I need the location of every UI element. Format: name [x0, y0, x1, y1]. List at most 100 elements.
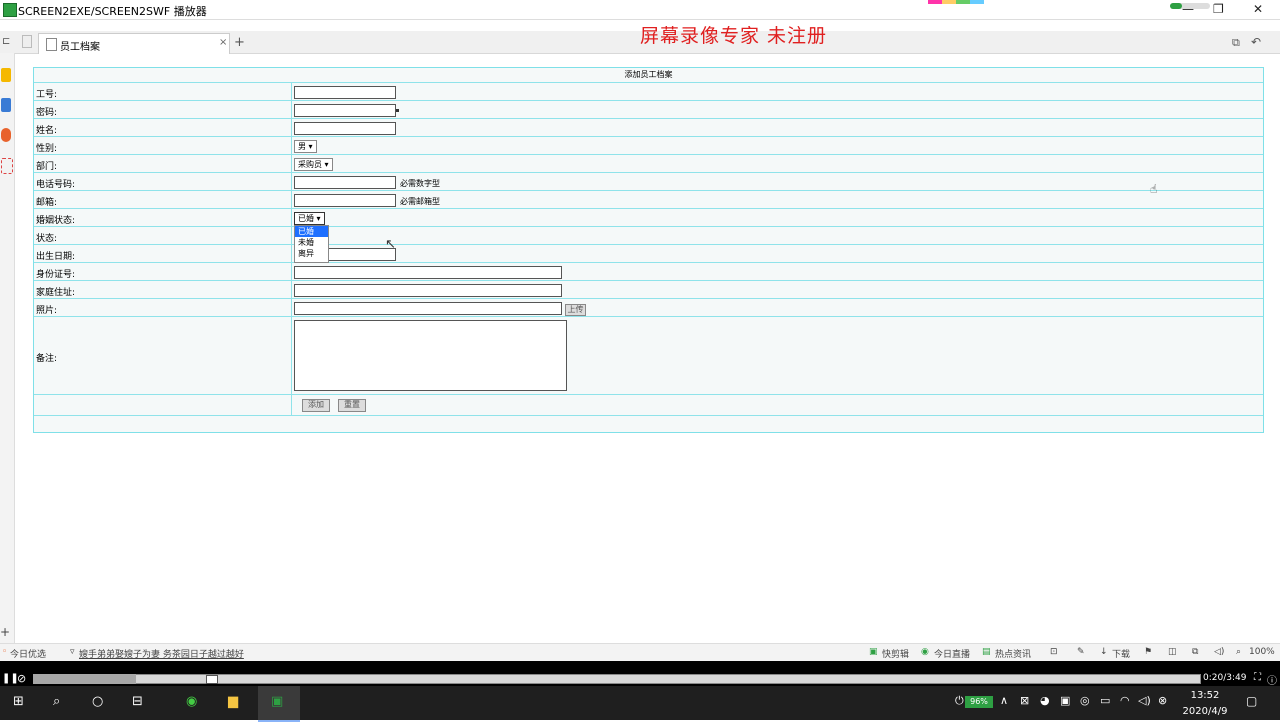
- phone-input[interactable]: [294, 176, 396, 189]
- address-input[interactable]: [294, 284, 562, 297]
- maximize-button[interactable]: ❐: [1213, 2, 1224, 16]
- news-link[interactable]: 嫂手弟弟娶嫂子为妻 务茶园日子越过越好: [79, 647, 244, 660]
- row-status: 状态:: [34, 226, 1263, 245]
- password-input[interactable]: [294, 104, 396, 117]
- screenshot-icon[interactable]: ⊡: [1050, 647, 1058, 657]
- live-link[interactable]: 今日直播: [934, 647, 970, 660]
- gender-select[interactable]: 男 ▾: [294, 140, 317, 153]
- option-unmarried[interactable]: 未婚: [295, 237, 328, 248]
- new-tab-icon[interactable]: +: [234, 35, 245, 50]
- download-icon: ↓: [1100, 647, 1108, 657]
- flag-icon[interactable]: ⚑: [1144, 647, 1152, 657]
- tab-employee-records[interactable]: 员工档案 ×: [38, 33, 230, 54]
- tray-blue-icon[interactable]: ▣: [1060, 694, 1070, 707]
- info-icon[interactable]: ⓘ: [1267, 672, 1277, 687]
- row-idcard: 身份证号:: [34, 262, 1263, 281]
- label-password: 密码:: [36, 108, 58, 118]
- label-email: 邮箱:: [36, 198, 58, 208]
- restore-tabs-icon[interactable]: ⧉: [1232, 36, 1240, 50]
- row-name: 姓名:: [34, 118, 1263, 137]
- sound-icon[interactable]: ◁): [1214, 647, 1224, 657]
- close-button[interactable]: ✕: [1253, 2, 1263, 16]
- chevron-up-icon[interactable]: ∧: [1000, 694, 1008, 707]
- window-title-bar: SCREEN2EXE/SCREEN2SWF 播放器 — ❐ ✕: [0, 0, 1280, 20]
- row-footer: [34, 415, 1263, 432]
- add-sidebar-icon[interactable]: +: [0, 625, 10, 639]
- phone-hint: 必需数字型: [400, 179, 440, 188]
- label-dept: 部门:: [36, 162, 58, 172]
- fullscreen-icon[interactable]: ⛶: [1254, 672, 1261, 683]
- browser-taskbar-icon[interactable]: ◉: [186, 694, 197, 709]
- cortana-icon[interactable]: ○: [92, 694, 103, 709]
- undo-icon[interactable]: ↶: [1251, 35, 1261, 49]
- label-gender: 性别:: [36, 144, 58, 154]
- row-password: 密码:: [34, 100, 1263, 119]
- taskbar-clock[interactable]: 13:52 2020/4/9: [1180, 690, 1230, 717]
- reset-button[interactable]: 重置: [338, 399, 366, 412]
- page-icon[interactable]: [22, 35, 32, 48]
- zoom-icon: ⌕: [1236, 647, 1242, 657]
- tray-app-icon[interactable]: ⊠: [1020, 694, 1029, 707]
- name-input[interactable]: [294, 122, 396, 135]
- minimize-button[interactable]: —: [1182, 2, 1194, 16]
- option-divorced[interactable]: 离异: [295, 248, 328, 259]
- row-dept: 部门: 采购员 ▾: [34, 154, 1263, 173]
- window-icon[interactable]: ◫: [1168, 647, 1177, 657]
- zoom-level[interactable]: 100%: [1249, 647, 1275, 657]
- wifi-icon[interactable]: ◠: [1120, 694, 1130, 707]
- player-taskbar-button[interactable]: ▣: [258, 686, 300, 722]
- hand-cursor-icon: ☝: [1150, 182, 1158, 196]
- stop-icon[interactable]: ⊘: [17, 672, 26, 685]
- notification-icon[interactable]: ▢: [1246, 694, 1257, 708]
- battery-indicator[interactable]: 96%: [965, 696, 993, 708]
- gender-value: 男: [298, 142, 306, 151]
- upload-button[interactable]: 上传: [565, 304, 586, 316]
- tool-icon[interactable]: ✎: [1077, 647, 1085, 657]
- copy-icon[interactable]: ⧉: [1192, 647, 1198, 657]
- qq-icon[interactable]: ◕: [1040, 694, 1050, 707]
- playback-time: 0:20/3:49: [1203, 673, 1247, 683]
- close-tab-icon[interactable]: ×: [219, 37, 227, 48]
- volume-icon[interactable]: ◁): [1138, 694, 1151, 707]
- keyboard-icon[interactable]: ▭: [1100, 694, 1110, 707]
- windows-start-icon[interactable]: ⊞: [13, 694, 24, 709]
- remarks-textarea[interactable]: [294, 320, 567, 391]
- hot-news-link[interactable]: 热点资讯: [995, 647, 1031, 660]
- row-remarks: 备注:: [34, 316, 1263, 395]
- notes-icon[interactable]: [1, 98, 11, 112]
- dept-select[interactable]: 采购员 ▾: [294, 158, 333, 171]
- option-married[interactable]: 已婚: [295, 226, 328, 237]
- weibo-icon[interactable]: [1, 128, 11, 142]
- photo-input[interactable]: [294, 302, 562, 315]
- seek-thumb[interactable]: [206, 675, 218, 684]
- collapse-sidebar-icon[interactable]: ⊏: [2, 36, 10, 47]
- left-sidebar: +: [0, 53, 15, 643]
- label-remarks: 备注:: [36, 354, 58, 364]
- app-icon-small[interactable]: [1, 158, 13, 174]
- search-icon[interactable]: ⌕: [53, 694, 60, 709]
- today-pick-icon: ◦: [2, 647, 8, 657]
- favorites-icon[interactable]: [1, 68, 11, 82]
- submit-button[interactable]: 添加: [302, 399, 330, 412]
- task-view-icon[interactable]: ⊟: [132, 694, 143, 709]
- quick-clip-link[interactable]: 快剪辑: [882, 647, 909, 660]
- document-icon: [46, 38, 57, 51]
- download-link[interactable]: 下载: [1112, 647, 1130, 660]
- marital-select[interactable]: 已婚 ▾: [294, 212, 325, 225]
- chevron-down-icon: ▾: [316, 214, 321, 223]
- mouse-pointer-icon: ↖: [385, 237, 396, 252]
- email-input[interactable]: [294, 194, 396, 207]
- idcard-input[interactable]: [294, 266, 562, 279]
- close-tray-icon[interactable]: ⊗: [1158, 694, 1167, 707]
- chevron-down-icon: ▾: [308, 142, 313, 151]
- row-phone: 电话号码: 必需数字型: [34, 172, 1263, 191]
- power-plug-icon: ⏻: [955, 694, 964, 707]
- wechat-icon[interactable]: ◎: [1080, 694, 1090, 707]
- file-explorer-icon[interactable]: ▆: [228, 694, 238, 709]
- row-birthdate: 出生日期:: [34, 244, 1263, 263]
- label-phone: 电话号码:: [36, 180, 76, 190]
- today-pick-label[interactable]: 今日优选: [10, 647, 46, 660]
- id-input[interactable]: [294, 86, 396, 99]
- email-hint: 必需邮箱型: [400, 197, 440, 206]
- label-id: 工号:: [36, 90, 58, 100]
